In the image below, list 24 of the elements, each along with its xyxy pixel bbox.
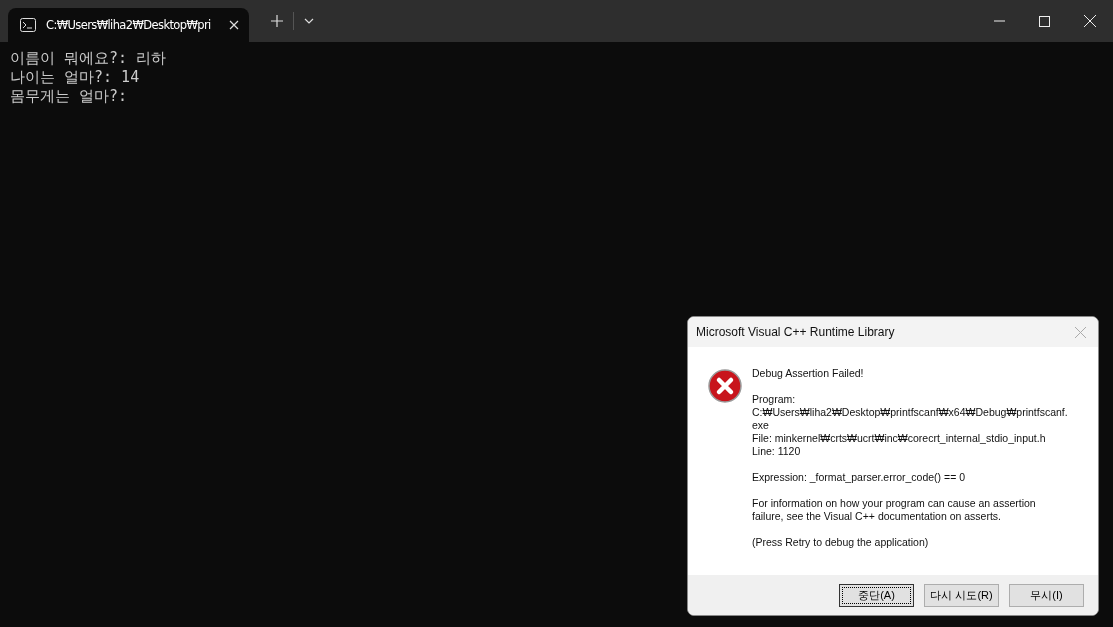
message-line: For information on how your program can cause an assertion — [752, 497, 1037, 510]
dialog-button[interactable]: 중단(A) — [839, 583, 914, 607]
new-tab-icon[interactable] — [270, 15, 283, 27]
message-line: failure, see the Visual C++ documentation on asserts. — [752, 510, 1003, 523]
console-line: 이름이 뭐에요?: 리하 — [10, 49, 168, 68]
message-line: File: minkernel₩crts₩ucrt₩inc₩corecrt_internal_stdio_input.h — [752, 432, 1047, 445]
error-icon — [708, 369, 742, 403]
message-line: Program: — [752, 393, 797, 406]
dropdown-icon[interactable] — [303, 18, 314, 24]
dialog-button[interactable]: 다시 시도(R) — [924, 583, 999, 607]
terminal-tab[interactable]: C:₩Users₩liha2₩Desktop₩pri — [8, 8, 249, 42]
maximize-icon[interactable] — [1039, 15, 1050, 27]
message-line: exe — [752, 419, 770, 432]
console-line: 나이는 얼마?: 14 — [10, 68, 141, 87]
console-line: 몸무게는 얼마?: — [10, 87, 129, 106]
dialog-title: Microsoft Visual C++ Runtime Library — [696, 325, 895, 339]
message-line: C:₩Users₩liha2₩Desktop₩printfscanf₩x64₩Debug₩printfscanf. — [752, 406, 1068, 419]
terminal-icon — [20, 18, 36, 32]
message-line: Debug Assertion Failed! — [752, 367, 865, 380]
message-line: Line: 1120 — [752, 445, 802, 458]
message-line: (Press Retry to debug the application) — [752, 536, 930, 549]
dialog-button[interactable]: 무시(I) — [1009, 583, 1084, 607]
tab-title: C:₩Users₩liha2₩Desktop₩pri — [46, 18, 211, 32]
message-line: Expression: _format_parser.error_code() == 0 — [752, 471, 967, 484]
